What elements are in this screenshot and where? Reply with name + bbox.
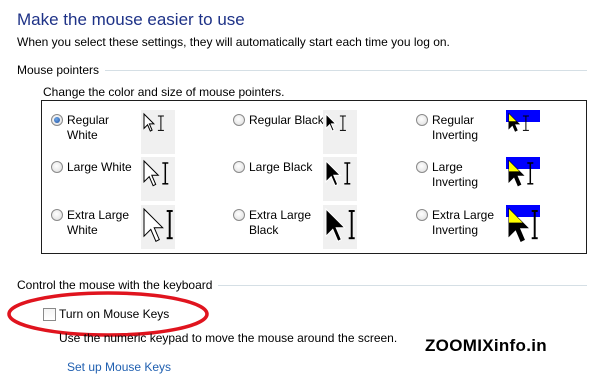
section-divider — [105, 70, 587, 71]
section-divider — [218, 285, 587, 286]
watermark-text: ZOOMIXinfo.in — [425, 336, 547, 355]
page-title: Make the mouse easier to use — [17, 10, 245, 29]
pointer-preview-icon — [506, 205, 540, 249]
pointer-option-label: Large White — [67, 160, 132, 174]
radio-extra-large-black[interactable] — [233, 209, 245, 221]
pointer-option-label: Regular Inverting — [432, 113, 479, 142]
setup-mouse-keys-link[interactable]: Set up Mouse Keys — [67, 360, 171, 374]
pointer-option-label: Extra Large Black — [249, 208, 312, 237]
pointer-option-label: Regular White — [67, 113, 110, 142]
pointer-description: Change the color and size of mouse point… — [43, 85, 285, 99]
pointer-option-regular-black[interactable]: Regular Black — [227, 110, 405, 156]
pointer-preview-icon — [506, 110, 540, 154]
pointer-option-large-inverting[interactable]: Large Inverting — [410, 157, 588, 203]
radio-regular-white[interactable] — [51, 114, 63, 126]
pointer-preview-icon — [506, 157, 540, 201]
pointer-option-regular-white[interactable]: Regular White — [45, 110, 223, 156]
pointer-preview-icon — [141, 205, 175, 249]
mouse-keys-label[interactable]: Turn on Mouse Keys — [59, 307, 169, 321]
radio-large-white[interactable] — [51, 161, 63, 173]
radio-large-inverting[interactable] — [416, 161, 428, 173]
radio-extra-large-white[interactable] — [51, 209, 63, 221]
radio-extra-large-inverting[interactable] — [416, 209, 428, 221]
radio-regular-inverting[interactable] — [416, 114, 428, 126]
pointer-option-large-white[interactable]: Large White — [45, 157, 223, 203]
mouse-keys-description: Use the numeric keypad to move the mouse… — [59, 331, 398, 345]
radio-regular-black[interactable] — [233, 114, 245, 126]
mouse-pointers-heading: Mouse pointers — [17, 63, 587, 77]
radio-large-black[interactable] — [233, 161, 245, 173]
pointer-option-label: Regular Black — [249, 113, 324, 127]
pointer-option-extra-large-black[interactable]: Extra Large Black — [227, 205, 405, 251]
pointer-preview-icon — [323, 110, 357, 154]
mouse-keys-checkbox[interactable] — [43, 308, 56, 321]
pointer-options-group: Regular White Regular Black Regular Inve… — [41, 100, 587, 254]
pointer-option-regular-inverting[interactable]: Regular Inverting — [410, 110, 588, 156]
pointer-option-large-black[interactable]: Large Black — [227, 157, 405, 203]
pointer-option-extra-large-white[interactable]: Extra Large White — [45, 205, 223, 251]
pointer-preview-icon — [323, 157, 357, 201]
pointer-preview-icon — [323, 205, 357, 249]
pointer-preview-icon — [141, 157, 175, 201]
pointer-option-label: Extra Large Inverting — [432, 208, 495, 237]
pointer-option-label: Large Inverting — [432, 160, 479, 189]
pointer-option-label: Extra Large White — [67, 208, 130, 237]
pointer-option-extra-large-inverting[interactable]: Extra Large Inverting — [410, 205, 588, 251]
page-subtitle: When you select these settings, they wil… — [17, 35, 450, 49]
mouse-pointers-heading-label: Mouse pointers — [17, 63, 100, 77]
pointer-preview-icon — [141, 110, 175, 154]
pointer-option-label: Large Black — [249, 160, 313, 174]
